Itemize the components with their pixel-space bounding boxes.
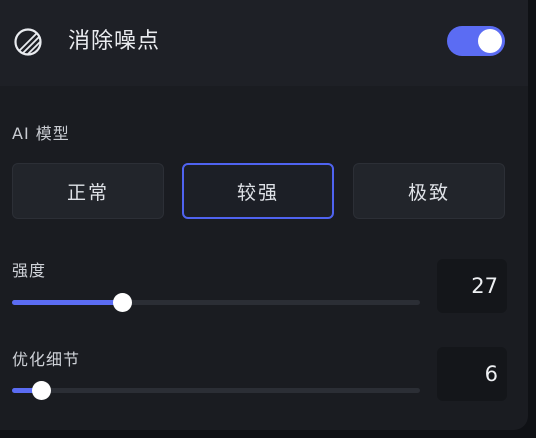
detail-label: 优化细节 — [12, 350, 81, 369]
strength-slider-thumb[interactable] — [113, 293, 133, 312]
mode-strong-button[interactable]: 较强 — [182, 163, 334, 219]
panel-title: 消除噪点 — [68, 29, 161, 54]
strength-slider-fill — [12, 300, 123, 305]
detail-value-field[interactable]: 6 — [437, 347, 507, 401]
panel-header: 消除噪点 — [0, 0, 528, 86]
strength-value-field[interactable]: 27 — [437, 259, 507, 313]
strength-label: 强度 — [12, 261, 47, 280]
toggle-knob — [478, 29, 502, 53]
mode-normal-button[interactable]: 正常 — [12, 163, 164, 219]
strength-slider[interactable] — [12, 293, 420, 312]
noise-reduction-panel: 消除噪点 AI 模型 正常 较强 极致 强度 27 优化细节 6 — [0, 0, 528, 430]
mode-extreme-button[interactable]: 极致 — [353, 163, 505, 219]
detail-slider-thumb[interactable] — [31, 381, 51, 400]
noise-reduction-toggle[interactable] — [447, 26, 505, 56]
ai-model-label: AI 模型 — [12, 124, 70, 143]
noise-reduction-icon — [14, 28, 42, 56]
detail-slider[interactable] — [12, 381, 420, 400]
